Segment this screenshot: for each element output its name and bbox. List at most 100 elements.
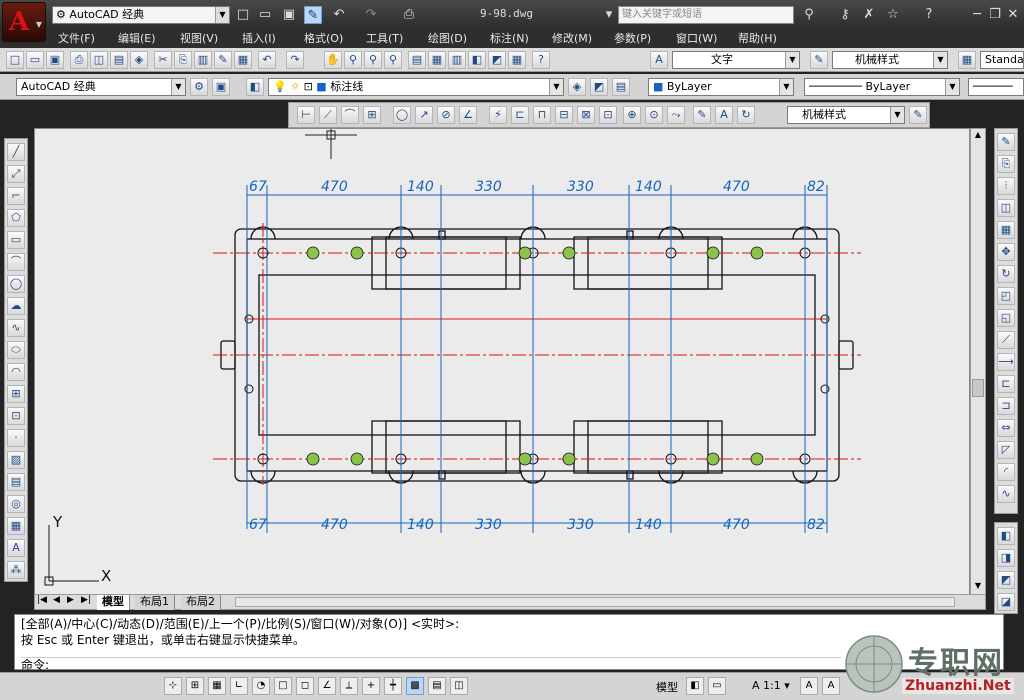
array-icon[interactable]: ▦ bbox=[997, 221, 1015, 239]
sheet-set-icon[interactable]: ◧ bbox=[468, 51, 486, 69]
tool-palettes-icon[interactable]: ▥ bbox=[448, 51, 466, 69]
construction-line-icon[interactable]: ⤢ bbox=[7, 165, 25, 183]
info-icon[interactable]: ▾ bbox=[600, 6, 618, 24]
lineweight-icon[interactable]: ┿ bbox=[384, 677, 402, 695]
menu-file[interactable]: 文件(F) bbox=[58, 31, 95, 47]
polygon-icon[interactable]: ⬠ bbox=[7, 209, 25, 227]
chevron-down-icon[interactable]: ▼ bbox=[215, 7, 229, 23]
3d-dwf-icon[interactable]: ◈ bbox=[130, 51, 148, 69]
save-icon[interactable]: ▣ bbox=[280, 6, 298, 24]
rotate-icon[interactable]: ↻ bbox=[997, 265, 1015, 283]
gradient-icon[interactable]: ▤ bbox=[7, 473, 25, 491]
copy-object-icon[interactable]: ⎘ bbox=[997, 155, 1015, 173]
aligned-dim-icon[interactable]: ⟋ bbox=[319, 106, 337, 124]
scale-icon[interactable]: ◰ bbox=[997, 287, 1015, 305]
polyline-icon[interactable]: ⌐ bbox=[7, 187, 25, 205]
chevron-down-icon[interactable]: ▼ bbox=[945, 79, 959, 95]
application-menu-button[interactable]: A ▼ bbox=[2, 2, 46, 42]
redo-icon[interactable]: ↷ bbox=[286, 51, 304, 69]
circle-icon[interactable]: ◯ bbox=[7, 275, 25, 293]
revcloud-icon[interactable]: ☁ bbox=[7, 297, 25, 315]
send-under-icon[interactable]: ◪ bbox=[997, 593, 1015, 611]
text-style-icon[interactable]: A bbox=[650, 51, 668, 69]
jogged-dim-icon[interactable]: ↗ bbox=[415, 106, 433, 124]
ordinate-dim-icon[interactable]: ⊞ bbox=[363, 106, 381, 124]
ducs-icon[interactable]: ⟂ bbox=[340, 677, 358, 695]
chevron-down-icon[interactable]: ▼ bbox=[933, 52, 947, 68]
workspace-settings-icon[interactable]: ⚙ bbox=[190, 78, 208, 96]
quick-view-drawings-icon[interactable]: ▭ bbox=[708, 677, 726, 695]
cut-icon[interactable]: ✂ bbox=[154, 51, 172, 69]
zoom-window-icon[interactable]: ⚲ bbox=[364, 51, 382, 69]
extend-icon[interactable]: ⟶ bbox=[997, 353, 1015, 371]
table-style-select[interactable]: Standa bbox=[980, 51, 1024, 69]
new-icon[interactable]: □ bbox=[234, 6, 252, 24]
baseline-dim-icon[interactable]: ⊏ bbox=[511, 106, 529, 124]
spline-icon[interactable]: ∿ bbox=[7, 319, 25, 337]
dim-style-manager-icon[interactable]: ✎ bbox=[909, 106, 927, 124]
linear-dim-icon[interactable]: ⊢ bbox=[297, 106, 315, 124]
menu-edit[interactable]: 编辑(E) bbox=[118, 31, 156, 47]
make-current-icon[interactable]: ◈ bbox=[568, 78, 586, 96]
command-input[interactable]: 命令: bbox=[21, 657, 841, 672]
layer-state-icon[interactable]: ▤ bbox=[612, 78, 630, 96]
continue-dim-icon[interactable]: ⊓ bbox=[533, 106, 551, 124]
dim-style-icon[interactable]: ✎ bbox=[810, 51, 828, 69]
insert-block-icon[interactable]: ⊞ bbox=[7, 385, 25, 403]
chevron-down-icon[interactable]: ▼ bbox=[890, 107, 904, 123]
ellipse-icon[interactable]: ⬭ bbox=[7, 341, 25, 359]
break-point-icon[interactable]: ⊏ bbox=[997, 375, 1015, 393]
fillet-icon[interactable]: ◜ bbox=[997, 463, 1015, 481]
tolerance-icon[interactable]: ⊡ bbox=[599, 106, 617, 124]
calculator-icon[interactable]: ▦ bbox=[508, 51, 526, 69]
publish-icon[interactable]: ▤ bbox=[110, 51, 128, 69]
help-icon[interactable]: ? bbox=[920, 6, 938, 24]
tab-nav-last-icon[interactable]: ▶| bbox=[81, 595, 91, 605]
mtext-icon[interactable]: A bbox=[7, 539, 25, 557]
inspect-icon[interactable]: ⊙ bbox=[645, 106, 663, 124]
menu-tools[interactable]: 工具(T) bbox=[366, 31, 403, 47]
arc-length-icon[interactable]: ⌒ bbox=[341, 106, 359, 124]
linetype-select[interactable]: ──────── ByLayer ▼ bbox=[804, 78, 960, 96]
diameter-dim-icon[interactable]: ⊘ bbox=[437, 106, 455, 124]
search-input[interactable]: 键入关键字或短语 bbox=[618, 6, 794, 24]
menu-help[interactable]: 帮助(H) bbox=[738, 31, 777, 47]
menu-window[interactable]: 窗口(W) bbox=[676, 31, 717, 47]
block-editor-icon[interactable]: ▦ bbox=[234, 51, 252, 69]
pan-icon[interactable]: ✋ bbox=[324, 51, 342, 69]
tab-layout1[interactable]: 布局1 bbox=[135, 595, 175, 610]
properties-icon[interactable]: ▤ bbox=[408, 51, 426, 69]
help-icon[interactable]: ? bbox=[532, 51, 550, 69]
tab-nav-first-icon[interactable]: |◀ bbox=[37, 595, 47, 605]
paste-icon[interactable]: ▥ bbox=[194, 51, 212, 69]
dim-break-icon[interactable]: ⊠ bbox=[577, 106, 595, 124]
plot-icon[interactable]: ⎙ bbox=[70, 51, 88, 69]
trim-icon[interactable]: ⟋ bbox=[997, 331, 1015, 349]
bring-above-icon[interactable]: ◩ bbox=[997, 571, 1015, 589]
menu-modify[interactable]: 修改(M) bbox=[552, 31, 592, 47]
polar-icon[interactable]: ◔ bbox=[252, 677, 270, 695]
zoom-previous-icon[interactable]: ⚲ bbox=[384, 51, 402, 69]
offset-icon[interactable]: ◫ bbox=[997, 199, 1015, 217]
horizontal-scrollbar[interactable] bbox=[235, 597, 955, 607]
tab-nav-next-icon[interactable]: ▶ bbox=[67, 595, 74, 605]
selection-cycling-icon[interactable]: ◫ bbox=[450, 677, 468, 695]
erase-icon[interactable]: ✎ bbox=[997, 133, 1015, 151]
bring-front-icon[interactable]: ◧ bbox=[997, 527, 1015, 545]
tab-nav-prev-icon[interactable]: ◀ bbox=[53, 595, 60, 605]
scroll-thumb[interactable] bbox=[972, 379, 984, 397]
menu-insert[interactable]: 插入(I) bbox=[242, 31, 276, 47]
drawing-canvas[interactable]: 67 470 140 330 330 140 470 82 67 470 140… bbox=[34, 128, 970, 596]
menu-dimension[interactable]: 标注(N) bbox=[490, 31, 529, 47]
rectangle-icon[interactable]: ▭ bbox=[7, 231, 25, 249]
layer-manager-icon[interactable]: ◧ bbox=[246, 78, 264, 96]
angular-dim-icon[interactable]: ∠ bbox=[459, 106, 477, 124]
osnap-icon[interactable]: □ bbox=[274, 677, 292, 695]
menu-view[interactable]: 视图(V) bbox=[180, 31, 218, 47]
markup-icon[interactable]: ◩ bbox=[488, 51, 506, 69]
exchange-icon[interactable]: ✗ bbox=[860, 6, 878, 24]
preview-icon[interactable]: ◫ bbox=[90, 51, 108, 69]
infer-constraints-icon[interactable]: ⊹ bbox=[164, 677, 182, 695]
undo-icon[interactable]: ↶ bbox=[258, 51, 276, 69]
save-icon[interactable]: ▣ bbox=[46, 51, 64, 69]
